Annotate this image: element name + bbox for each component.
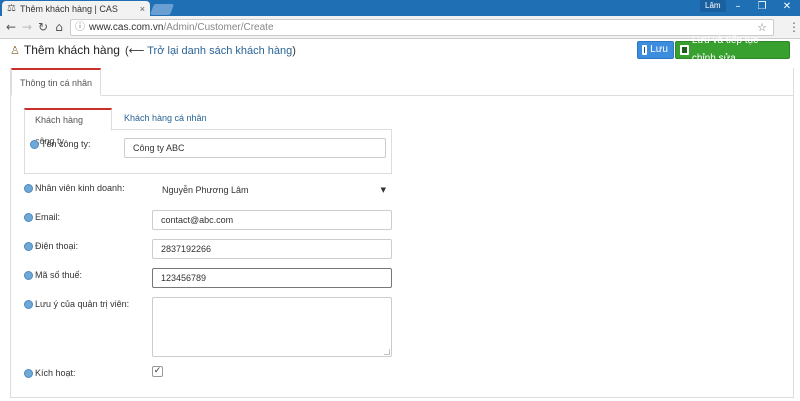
save-button[interactable]: Lưu <box>637 41 674 59</box>
outer-tab-bar: Thông tin cá nhân <box>10 68 794 96</box>
close-window-icon[interactable]: ✕ <box>776 0 798 14</box>
new-tab-button[interactable] <box>149 4 175 15</box>
home-icon[interactable]: ⌂ <box>52 20 66 34</box>
close-tab-icon[interactable]: × <box>140 4 145 14</box>
restore-icon[interactable]: ❐ <box>751 0 773 14</box>
browser-titlebar: ⚖ Thêm khách hàng | CAS × Lâm – ❐ ✕ <box>0 0 800 16</box>
active-row: Kích hoạt: <box>24 368 76 378</box>
help-icon[interactable] <box>30 140 39 149</box>
back-arrow-icon: ⟵ <box>128 43 145 57</box>
page-title: Thêm khách hàng <box>23 43 120 57</box>
tab-personal-info[interactable]: Thông tin cá nhân <box>11 68 102 96</box>
customer-type-tabs: Khách hàng công ty Khách hàng cá nhân <box>24 108 392 146</box>
active-checkbox[interactable]: ✓ <box>152 366 163 377</box>
tab-company-customer[interactable]: Khách hàng công ty <box>24 108 112 146</box>
checkmark-icon: ✓ <box>153 366 162 376</box>
page-info-icon[interactable]: ⓘ <box>75 20 85 35</box>
url-host: www.cas.com.vn <box>89 22 164 33</box>
reload-icon[interactable]: ↻ <box>36 20 50 34</box>
minimize-icon[interactable]: – <box>727 0 749 14</box>
scales-icon: ⚖ <box>7 3 16 14</box>
extension-icon[interactable]: ⋮ <box>788 20 800 34</box>
tax-code-row: Mã số thuế: <box>24 270 82 280</box>
salesperson-row: Nhân viên kinh doanh: <box>24 183 125 193</box>
company-name-input[interactable]: Công ty ABC <box>124 138 386 158</box>
back-to-list-link[interactable]: Trở lại danh sách khách hàng <box>147 45 292 57</box>
address-bar[interactable]: ⓘ www.cas.com.vn/Admin/Customer/Create ☆ <box>70 19 774 36</box>
salesperson-select[interactable]: Nguyễn Phương Lâm ▼ <box>152 181 392 201</box>
browser-tab[interactable]: ⚖ Thêm khách hàng | CAS × <box>2 1 150 16</box>
admin-note-textarea[interactable] <box>152 297 392 357</box>
help-icon[interactable] <box>24 184 33 193</box>
floppy-disk-icon <box>680 45 689 55</box>
chevron-down-icon: ▼ <box>380 186 386 194</box>
admin-note-row: Lưu ý của quản trị viên: <box>24 299 129 309</box>
help-icon[interactable] <box>24 369 33 378</box>
tab-title: Thêm khách hàng | CAS <box>19 3 118 14</box>
help-icon[interactable] <box>24 213 33 222</box>
tax-code-label: Mã số thuế: <box>35 270 83 280</box>
active-label: Kích hoạt: <box>35 368 76 378</box>
help-icon[interactable] <box>24 242 33 251</box>
resize-handle[interactable] <box>384 349 390 355</box>
user-badge[interactable]: Lâm <box>700 0 726 12</box>
phone-label: Điện thoại: <box>35 241 79 251</box>
back-close-paren: ) <box>292 44 296 57</box>
browser-toolbar: ← → ↻ ⌂ ⓘ www.cas.com.vn/Admin/Customer/… <box>0 16 800 39</box>
tab-individual-customer[interactable]: Khách hàng cá nhân <box>114 108 217 131</box>
help-icon[interactable] <box>24 300 33 309</box>
help-icon[interactable] <box>24 271 33 280</box>
url-path: /Admin/Customer/Create <box>163 22 274 33</box>
salesperson-selected: Nguyễn Phương Lâm <box>162 185 249 195</box>
salesperson-label: Nhân viên kinh doanh: <box>35 183 125 193</box>
phone-input[interactable]: 2837192266 <box>152 239 392 259</box>
save-and-continue-label: Lưu và tiếp tục chỉnh sửa <box>691 35 759 64</box>
company-name-row: Tên công ty: <box>30 139 91 149</box>
save-button-label: Lưu <box>650 44 668 55</box>
admin-note-label: Lưu ý của quản trị viên: <box>35 299 130 309</box>
back-to-list: (⟵ Trở lại danh sách khách hàng) <box>125 44 296 57</box>
phone-row: Điện thoại: <box>24 241 78 251</box>
email-label: Email: <box>35 212 61 222</box>
floppy-disk-icon <box>642 45 648 55</box>
company-name-label: Tên công ty: <box>41 139 91 149</box>
tax-code-input[interactable]: 123456789 <box>152 268 392 288</box>
user-icon: ♙ <box>10 43 20 57</box>
email-row: Email: <box>24 212 60 222</box>
save-and-continue-button[interactable]: Lưu và tiếp tục chỉnh sửa <box>675 35 790 64</box>
back-arrow-icon[interactable]: ← <box>4 20 18 34</box>
email-input[interactable]: contact@abc.com <box>152 210 392 230</box>
forward-arrow-icon[interactable]: → <box>20 20 34 34</box>
